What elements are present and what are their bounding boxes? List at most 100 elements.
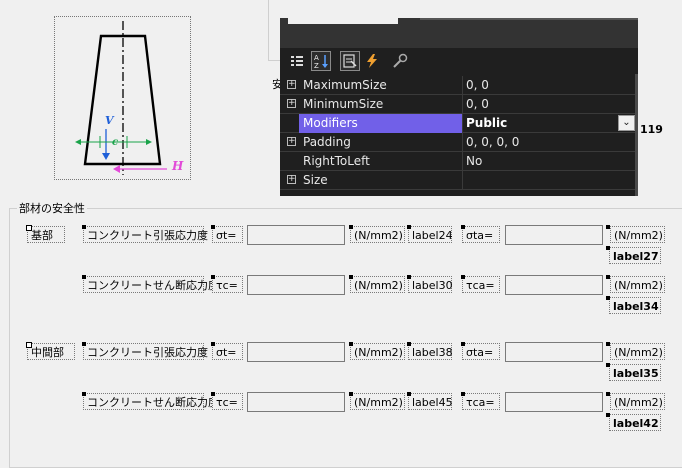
events-icon[interactable] — [362, 51, 382, 71]
property-value[interactable]: 0, 0, 0, 0 — [466, 133, 519, 152]
background-panel-border — [268, 0, 269, 60]
categorized-icon[interactable] — [287, 51, 307, 71]
column-separator — [462, 76, 463, 95]
allowable-unit-label: (N/mm2) — [610, 276, 665, 293]
allowable-symbol-label: σta= — [462, 343, 500, 360]
selection-handle — [407, 225, 411, 229]
selection-handle — [82, 275, 86, 279]
property-name: Padding — [303, 135, 351, 149]
property-name: Modifiers — [299, 114, 462, 133]
svg-text:Z: Z — [314, 62, 319, 69]
property-name: MinimumSize — [303, 97, 384, 111]
selection-handle — [349, 225, 353, 229]
property-row-size[interactable]: + Size — [280, 171, 635, 190]
selection-handle — [211, 275, 215, 279]
properties-icon[interactable] — [340, 51, 360, 71]
property-grid[interactable]: AZ + MaximumSize 0, 0 + MinimumSize 0, 0 Modif… — [280, 18, 638, 196]
selection-handle — [211, 225, 215, 229]
unit-label: (N/mm2) — [350, 343, 405, 360]
column-separator — [462, 114, 463, 133]
allowable-value-textbox[interactable] — [505, 342, 603, 362]
property-value[interactable]: 0, 0 — [466, 95, 489, 114]
result-label: label42 — [609, 414, 661, 431]
selection-handle — [407, 342, 411, 346]
selection-handle — [606, 296, 610, 300]
selection-handle — [606, 342, 610, 346]
selection-handle — [606, 363, 610, 367]
selection-handle — [349, 342, 353, 346]
selection-handle — [407, 275, 411, 279]
svg-text:A: A — [314, 54, 319, 62]
selection-handle — [26, 342, 32, 348]
selection-handle — [82, 392, 86, 396]
stress-type-label: コンクリートせん断応力度 — [83, 393, 219, 410]
symbol-label: τc= — [212, 276, 243, 293]
label-c: c — [112, 137, 119, 148]
reference-label: label24 — [408, 226, 453, 243]
label-v: V — [105, 114, 114, 127]
property-value[interactable]: 0, 0 — [466, 76, 489, 95]
column-separator — [462, 133, 463, 152]
value-textbox[interactable] — [247, 225, 345, 245]
unit-label: (N/mm2) — [350, 276, 405, 293]
selection-handle — [349, 392, 353, 396]
property-value[interactable]: No — [466, 152, 482, 171]
selection-handle — [349, 275, 353, 279]
allowable-value-textbox[interactable] — [505, 275, 603, 295]
expand-icon[interactable]: + — [287, 99, 296, 108]
property-row-padding[interactable]: + Padding 0, 0, 0, 0 — [280, 133, 635, 152]
value-textbox[interactable] — [247, 342, 345, 362]
expand-icon[interactable]: + — [287, 175, 296, 184]
symbol-label: σt= — [212, 343, 243, 360]
selection-handle — [461, 342, 465, 346]
result-label: label35 — [609, 364, 661, 381]
property-row-minimumsize[interactable]: + MinimumSize 0, 0 — [280, 95, 635, 114]
property-value[interactable]: Public — [466, 114, 507, 133]
dropdown-chevron-icon[interactable]: ⌄ — [618, 115, 635, 131]
expand-icon[interactable]: + — [287, 80, 296, 89]
value-textbox[interactable] — [247, 392, 345, 412]
allowable-value-textbox[interactable] — [505, 392, 603, 412]
selection-handle — [461, 225, 465, 229]
selection-handle — [606, 413, 610, 417]
property-row-righttoleft[interactable]: RightToLeft No — [280, 152, 635, 171]
pier-diagram: V c H — [54, 16, 191, 180]
unit-label: (N/mm2) — [350, 393, 405, 410]
label-h: H — [172, 159, 184, 173]
selection-handle — [211, 342, 215, 346]
stress-type-label: コンクリート引張応力度 — [83, 226, 208, 243]
reference-label: label38 — [408, 343, 453, 360]
selection-handle — [606, 275, 610, 279]
column-separator — [462, 152, 463, 171]
allowable-unit-label: (N/mm2) — [610, 343, 665, 360]
symbol-label: σt= — [212, 226, 243, 243]
selection-handle — [211, 392, 215, 396]
property-grid-scrollbar[interactable] — [635, 74, 638, 196]
property-name: RightToLeft — [303, 154, 370, 168]
property-grid-toolbar: AZ — [280, 48, 638, 74]
selection-handle — [82, 225, 86, 229]
value-textbox[interactable] — [247, 275, 345, 295]
allowable-unit-label: (N/mm2) — [610, 226, 665, 243]
result-label: label34 — [609, 297, 661, 314]
selection-handle — [461, 275, 465, 279]
selection-handle — [407, 392, 411, 396]
selection-handle — [606, 225, 610, 229]
expand-icon[interactable]: + — [287, 137, 296, 146]
selection-handle — [82, 342, 86, 346]
section-label: 基部 — [27, 226, 65, 243]
property-pages-icon[interactable] — [390, 51, 410, 71]
selection-handle — [606, 392, 610, 396]
unit-label: (N/mm2) — [350, 226, 405, 243]
alphabetical-icon[interactable]: AZ — [311, 51, 331, 71]
property-name: Size — [303, 173, 328, 187]
allowable-value-textbox[interactable] — [505, 225, 603, 245]
selection-handle — [26, 225, 32, 231]
property-row-maximumsize[interactable]: + MaximumSize 0, 0 — [280, 76, 635, 95]
property-name: MaximumSize — [303, 78, 387, 92]
symbol-label: τc= — [212, 393, 243, 410]
allowable-symbol-label: σta= — [462, 226, 500, 243]
stress-type-label: コンクリート引張応力度 — [83, 343, 208, 360]
trapezoid-figure — [75, 21, 167, 175]
property-row-modifiers[interactable]: Modifiers Public ⌄ — [280, 114, 635, 133]
